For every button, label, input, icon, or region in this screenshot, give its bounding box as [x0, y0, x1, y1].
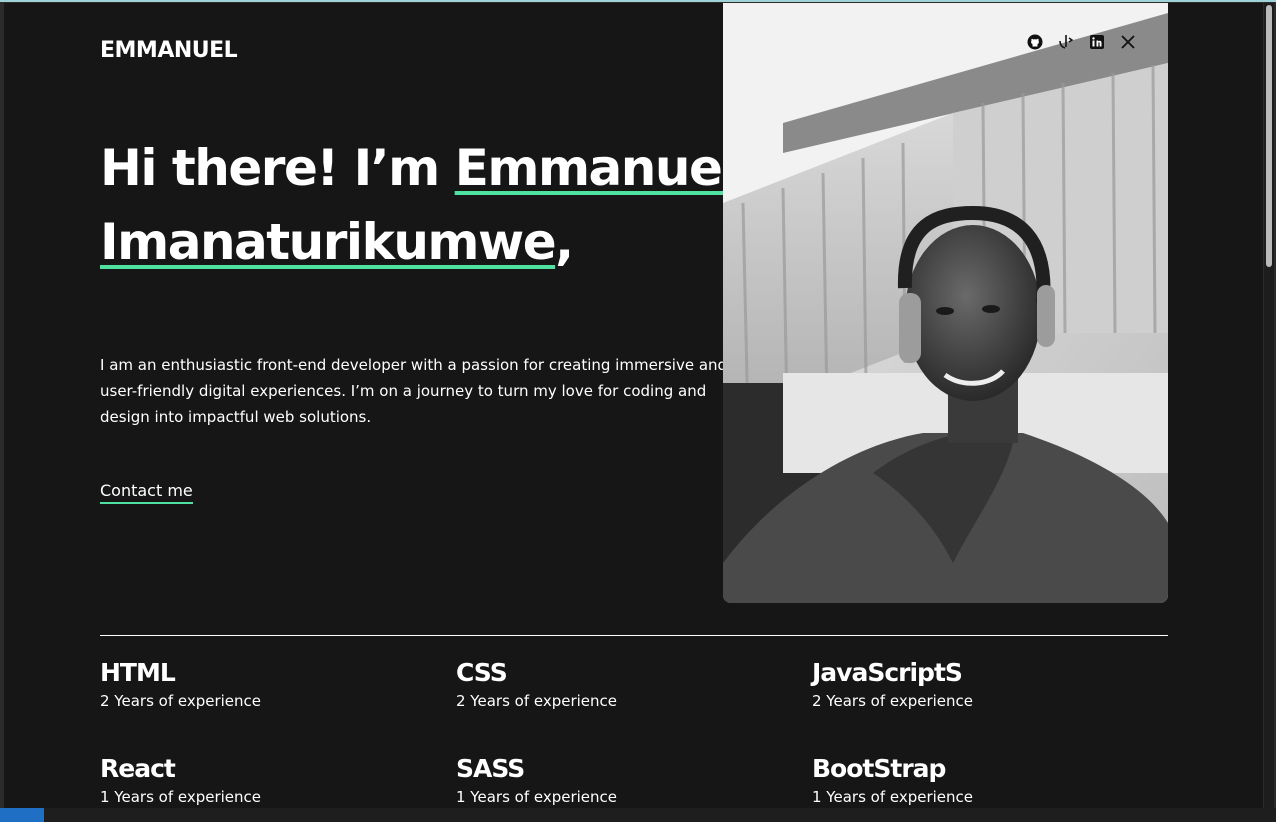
headline-name-last: Imanaturikumwe — [100, 213, 557, 271]
hero-headline: Hi there! I’m Emmanuel Imanaturikumwe, — [100, 131, 740, 279]
taskbar-strip — [0, 808, 1276, 822]
skill-name: CSS — [456, 658, 508, 687]
contact-me-link[interactable]: Contact me — [100, 481, 193, 504]
intro-paragraph: I am an enthusiastic front-end developer… — [100, 356, 728, 426]
skill-experience: 1 Years of experience — [100, 788, 262, 806]
skill-name: HTML — [100, 658, 176, 687]
skill-item-sass: SASS 1 Years of experience — [456, 754, 796, 809]
skill-name: BootStrap — [812, 754, 946, 783]
headline-name-first: Emmanuel — [454, 139, 739, 197]
skill-experience: 1 Years of experience — [456, 788, 618, 806]
headline-prefix: Hi there! I’m — [100, 139, 455, 197]
skill-experience: 2 Years of experience — [812, 692, 974, 710]
skill-experience: 1 Years of experience — [812, 788, 974, 806]
site-logo[interactable]: EMMANUEL — [100, 38, 238, 63]
frontend-mentor-icon[interactable] — [1057, 33, 1075, 51]
page-scrollbar[interactable] — [1264, 3, 1274, 815]
skill-item-html: HTML 2 Years of experience — [100, 658, 440, 713]
window-top-edge — [0, 0, 1276, 2]
section-divider — [100, 635, 1168, 636]
scrollbar-thumb[interactable] — [1266, 5, 1272, 267]
linkedin-icon[interactable] — [1088, 33, 1106, 51]
skill-experience: 2 Years of experience — [456, 692, 618, 710]
skill-experience: 2 Years of experience — [100, 692, 262, 710]
taskbar-start-area[interactable] — [0, 808, 44, 822]
skill-name: SASS — [456, 754, 525, 783]
profile-photo — [723, 3, 1168, 603]
skill-name: React — [100, 754, 176, 783]
skill-item-bootstrap: BootStrap 1 Years of experience — [812, 754, 1152, 809]
browser-viewport: EMMANUEL Hi there! I’m Emmanuel Imanaturi… — [4, 3, 1263, 815]
x-icon[interactable] — [1119, 33, 1137, 51]
github-icon[interactable] — [1026, 33, 1044, 51]
skill-item-react: React 1 Years of experience — [100, 754, 440, 809]
headline-suffix: , — [555, 213, 574, 271]
social-links — [1026, 33, 1137, 51]
skill-item-javascript: JavaScriptS 2 Years of experience — [812, 658, 1152, 713]
skill-item-css: CSS 2 Years of experience — [456, 658, 796, 713]
skill-name: JavaScriptS — [812, 658, 963, 687]
